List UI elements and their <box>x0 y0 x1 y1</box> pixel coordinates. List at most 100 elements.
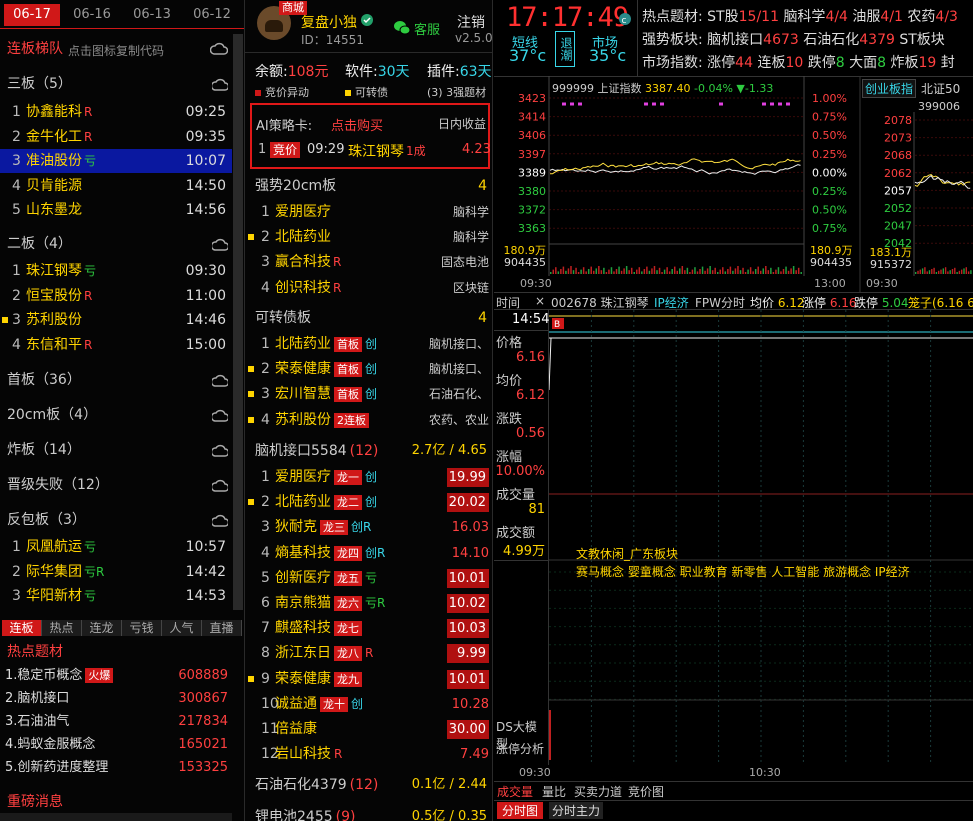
stock-name[interactable]: 爱朋医疗 龙一创 <box>275 465 377 490</box>
service-button[interactable]: 客服 <box>414 19 440 38</box>
logout-button[interactable]: 注销 <box>457 12 485 32</box>
hot-topic-1[interactable]: ST股15/11 <box>707 9 779 25</box>
sub-tab-lianban[interactable]: 连板 <box>2 620 42 636</box>
sector-row[interactable]: 2 北陆药业 脑科学 <box>245 225 493 250</box>
scrollbar[interactable] <box>233 34 243 610</box>
ladder-row[interactable]: 3 华阳新材亏 14:53 <box>0 584 232 608</box>
group-header-c1[interactable]: 20cm板（4） <box>7 403 232 427</box>
stock-name[interactable]: 贝肯能源 <box>26 174 82 198</box>
stock-name[interactable]: 荣泰健康 龙九 <box>275 667 362 692</box>
cloud-icon[interactable] <box>210 372 230 387</box>
date-tab-2[interactable]: 06-16 <box>64 4 120 26</box>
cloud-icon[interactable] <box>210 407 230 422</box>
sector-row[interactable]: 3 宏川智慧 首板创 石油石化、 <box>245 382 493 407</box>
stock-name[interactable]: 北陆药业 <box>275 225 331 250</box>
sector-row[interactable]: 11 倍益康 30.00 <box>245 717 493 742</box>
sector-row[interactable]: 6 南京熊猫 龙六 亏R 10.02 <box>245 591 493 616</box>
stock-name[interactable]: 狄耐克 龙三 创R <box>275 515 371 540</box>
ai-buy-link[interactable]: 点击购买 <box>331 115 383 134</box>
stock-name[interactable]: 赢合科技 R <box>275 250 341 275</box>
cloud-icon[interactable] <box>210 477 230 492</box>
sector-row[interactable]: 2 北陆药业 龙二创 20.02 <box>245 490 493 515</box>
sub-tab-kuiqian[interactable]: 亏钱 <box>122 620 162 636</box>
ladder-row[interactable]: 4 东信和平 R 15:00 <box>0 333 232 357</box>
strong-sector-1[interactable]: 脑机接口4673 <box>707 32 799 48</box>
sub-tab-renqi[interactable]: 人气 <box>162 620 202 636</box>
ai-strategy-card[interactable]: AI策略卡: 点击购买 日内收益 1 竞价 09:29 珠江钢琴 1成 4.23 <box>250 103 491 169</box>
strong-sector-2[interactable]: 石油石化4379 <box>803 32 895 48</box>
ladder-row[interactable]: 1 协鑫能科 R 09:25 <box>0 100 232 124</box>
stock-name[interactable]: 山东墨龙 <box>26 198 82 222</box>
hot-topic-item[interactable]: 3.石油油气 217834 <box>0 710 232 733</box>
date-tab-3[interactable]: 06-13 <box>124 4 180 26</box>
ladder-row[interactable]: 2 际华集团 亏R 14:42 <box>0 560 232 584</box>
stock-name[interactable]: 诚益通 龙十创 <box>275 692 363 717</box>
sector-row[interactable]: 1 爱朋医疗 脑科学 <box>245 200 493 225</box>
sector-row[interactable]: 12 岩山科技 R 7.49 <box>245 742 493 767</box>
hot-topic-item[interactable]: 2.脑机接口 300867 <box>0 687 232 710</box>
sector-row[interactable]: 10 诚益通 龙十创 10.28 <box>245 692 493 717</box>
hot-topic-item[interactable]: 5.创新药进度整理 153325 <box>0 756 232 779</box>
tab-time[interactable]: 时间 <box>496 294 520 309</box>
stock-name[interactable]: 际华集团 亏R <box>26 560 104 584</box>
stock-name[interactable]: 凤凰航运亏 <box>26 535 96 559</box>
stock-name[interactable]: 华阳新材亏 <box>26 584 96 608</box>
stock-name[interactable]: 苏利股份 <box>26 308 82 332</box>
cloud-icon[interactable] <box>210 42 228 56</box>
tab-intraday-main[interactable]: 分时主力 <box>549 802 604 819</box>
fpw-button[interactable]: FPW分时 <box>695 294 745 309</box>
sector-row[interactable]: 1 爱朋医疗 龙一创 19.99 <box>245 465 493 490</box>
sub-tab-lianlong[interactable]: 连龙 <box>82 620 122 636</box>
close-icon[interactable]: × <box>535 294 545 308</box>
group-header-c3[interactable]: 晋级失败（12） <box>7 473 232 497</box>
stock-name[interactable]: 荣泰健康 首板创 <box>275 357 377 382</box>
ai-row-name[interactable]: 珠江钢琴 <box>348 141 404 161</box>
stock-name[interactable]: 岩山科技 R <box>275 742 342 767</box>
hot-topic-4[interactable]: 农药4/3 <box>907 9 958 25</box>
ladder-row[interactable]: 3 准油股份亏 10:07 <box>0 149 232 173</box>
cloud-icon[interactable] <box>210 236 230 251</box>
sector-row[interactable]: 2 荣泰健康 首板创 脑机接口、 <box>245 357 493 382</box>
ladder-row[interactable]: 3 苏利股份 14:46 <box>0 308 232 332</box>
ladder-row[interactable]: 1 珠江钢琴亏 09:30 <box>0 259 232 283</box>
limit-analysis-link[interactable]: 涨停分析 <box>496 740 544 757</box>
sector-row[interactable]: 4 熵基科技 龙四 创R 14.10 <box>245 541 493 566</box>
tab-force[interactable]: 买卖力道 <box>574 783 622 800</box>
stock-name[interactable]: 恒宝股份 R <box>26 284 92 308</box>
sector-row[interactable]: 7 麒盛科技 龙七 10.03 <box>245 616 493 641</box>
stock-name[interactable]: 南京熊猫 龙六 亏R <box>275 591 385 616</box>
section-header[interactable]: 脑机接口5584 (12) 2.7亿 / 4.65 <box>255 438 491 464</box>
sector-row[interactable]: 9 荣泰健康 龙九 10.01 <box>245 667 493 692</box>
stock-name[interactable]: 创新医疗 龙五亏 <box>275 566 377 591</box>
refresh-icon[interactable]: c <box>618 12 632 26</box>
group-header-c2[interactable]: 炸板（14） <box>7 438 232 462</box>
strong-sector-3[interactable]: ST板块 <box>899 32 944 48</box>
sub-tab-redian[interactable]: 热点 <box>42 620 82 636</box>
stock-name[interactable]: 爱朋医疗 <box>275 200 331 225</box>
sub-tab-zhibo[interactable]: 直播 <box>202 620 242 636</box>
index-chart[interactable]: 3423 1.00% 3414 0.75% 3406 0.50% 3397 0.25% 3389… <box>494 76 973 292</box>
section-header[interactable]: 锂电池2455 (9) 0.5亿 / 0.35 <box>255 804 491 821</box>
ladder-row[interactable]: 1 凤凰航运亏 10:57 <box>0 535 232 559</box>
stock-name[interactable]: 北陆药业 首板创 <box>275 332 377 357</box>
tab-volume[interactable]: 成交量 <box>497 783 533 800</box>
hot-topic-item[interactable]: 1.稳定币概念 火爆 608889 <box>0 664 232 687</box>
stock-concept[interactable]: IP经济 <box>654 294 689 309</box>
stock-name[interactable]: 北陆药业 龙二创 <box>275 490 377 515</box>
ladder-row[interactable]: 4 贝肯能源 14:50 <box>0 174 232 198</box>
ladder-row[interactable]: 5 山东墨龙 14:56 <box>0 198 232 222</box>
cloud-icon[interactable] <box>210 512 230 527</box>
stock-name[interactable]: 协鑫能科 R <box>26 100 92 124</box>
date-tab-4[interactable]: 06-12 <box>184 4 240 26</box>
stock-name[interactable]: 浙江东日 龙八 R <box>275 641 373 666</box>
stock-name[interactable]: 麒盛科技 龙七 <box>275 616 362 641</box>
group-header-sanban[interactable]: 三板（5） <box>7 72 232 96</box>
group-header-c0[interactable]: 首板（36） <box>7 368 232 392</box>
group-header-erban[interactable]: 二板（4） <box>7 232 232 256</box>
sector-row[interactable]: 8 浙江东日 龙八 R 9.99 <box>245 641 493 666</box>
section-header[interactable]: 可转债板 4 <box>255 305 491 331</box>
date-tab-1[interactable]: 06-17 <box>4 4 60 26</box>
stock-name[interactable]: 苏利股份 2连板 <box>275 408 369 433</box>
sector-row[interactable]: 5 创新医疗 龙五亏 10.01 <box>245 566 493 591</box>
group-header-fanbao[interactable]: 反包板（3） <box>7 508 232 532</box>
